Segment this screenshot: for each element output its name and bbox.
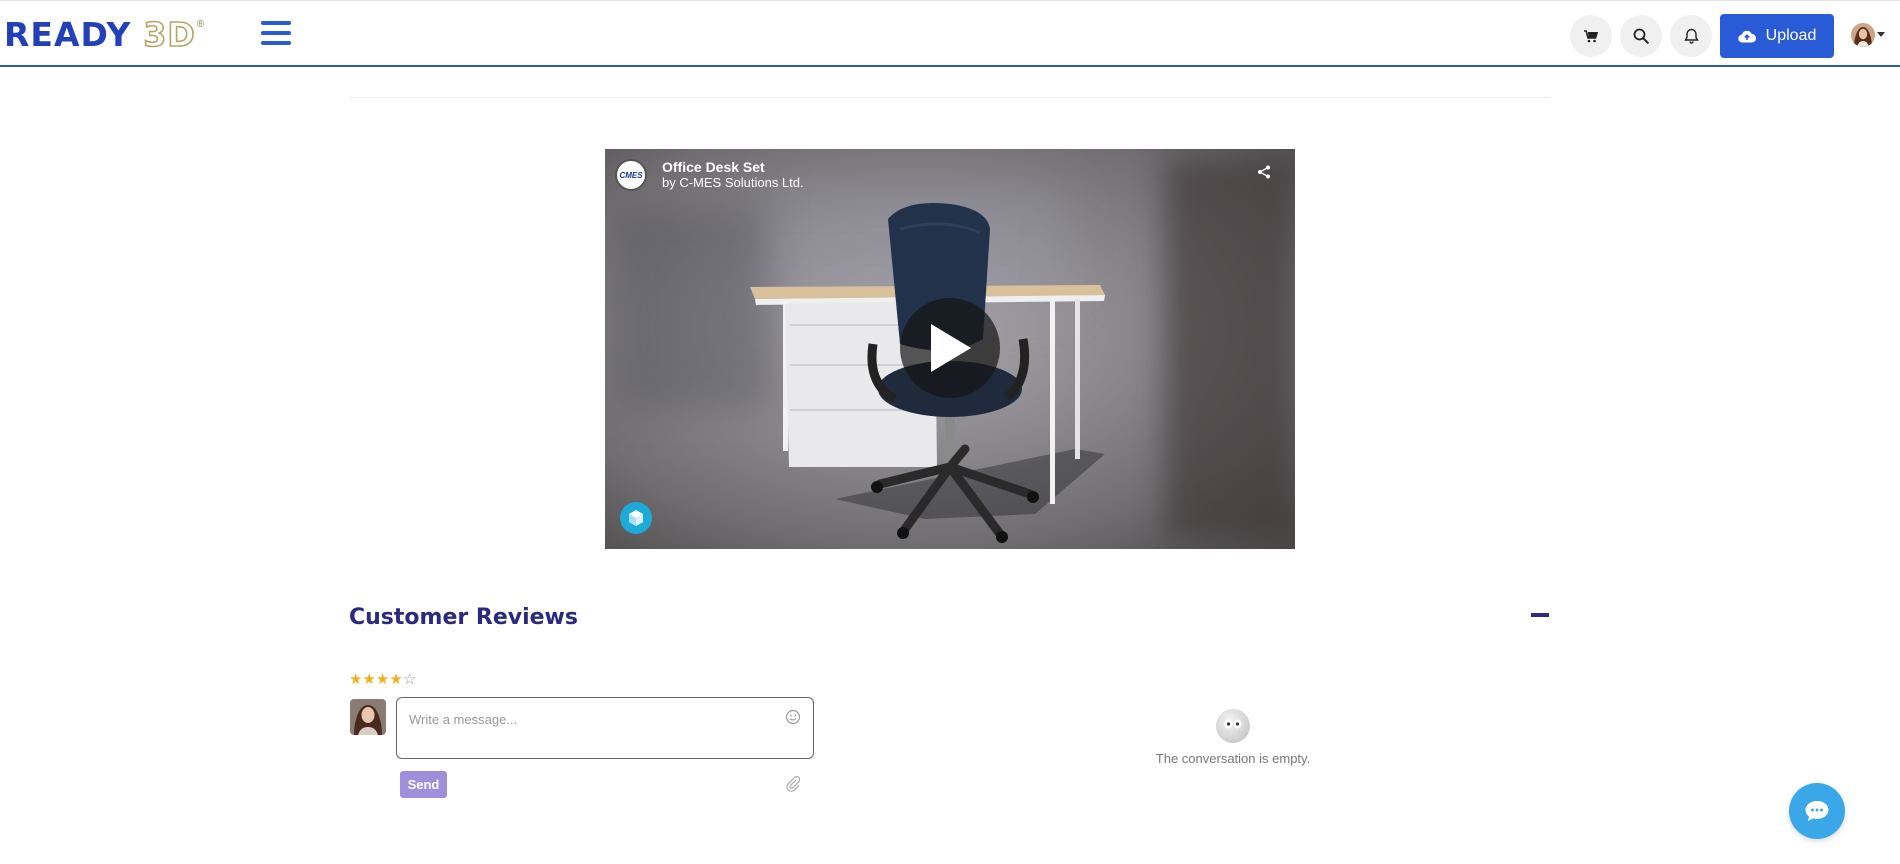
menu-icon[interactable] [261, 21, 291, 47]
cart-icon [1584, 29, 1598, 42]
top-navbar: READY 3D ® Upload [0, 1, 1900, 67]
paperclip-icon[interactable] [786, 776, 801, 797]
star-icon-3[interactable]: ★ [376, 672, 389, 688]
send-button[interactable]: Send [400, 771, 447, 798]
minus-icon[interactable] [1531, 613, 1549, 617]
bell-icon [1683, 28, 1699, 44]
registered-mark: ® [196, 19, 205, 30]
star-icon-2[interactable]: ★ [362, 672, 375, 688]
share-icon[interactable] [1257, 165, 1271, 184]
caret-down-icon[interactable] [1877, 32, 1885, 37]
message-input[interactable] [407, 708, 761, 730]
chat-button[interactable] [1789, 783, 1845, 839]
logo-3d-text: 3D [143, 14, 196, 55]
play-button[interactable] [900, 298, 1000, 398]
model-viewer[interactable]: CMES Office Desk Set by C-MES Solutions … [605, 149, 1295, 549]
message-box [396, 697, 814, 759]
search-icon [1633, 28, 1649, 44]
model-author[interactable]: by C-MES Solutions Ltd. [662, 175, 804, 190]
user-avatar[interactable] [1851, 23, 1875, 47]
notifications-button[interactable] [1670, 15, 1712, 57]
play-icon [931, 324, 971, 372]
upload-button[interactable]: Upload [1720, 14, 1834, 58]
customer-reviews-heading: Customer Reviews [349, 605, 578, 630]
model-title[interactable]: Office Desk Set [662, 159, 765, 175]
star-icon-1[interactable]: ★ [349, 672, 362, 688]
publisher-logo[interactable]: CMES [615, 159, 647, 191]
star-icon-4[interactable]: ★ [389, 672, 402, 688]
reviewer-avatar [350, 699, 386, 735]
chat-icon [1805, 801, 1829, 821]
cart-button[interactable] [1570, 15, 1612, 57]
search-button[interactable] [1620, 15, 1662, 57]
empty-conversation-text: The conversation is empty. [1155, 751, 1311, 766]
empty-conversation-icon [1216, 709, 1250, 743]
sketchfab-icon[interactable] [620, 502, 652, 534]
emoji-icon[interactable] [785, 709, 801, 730]
ready3d-logo[interactable]: READY 3D ® [4, 14, 205, 55]
section-divider [349, 97, 1550, 98]
star-rating[interactable]: ★ ★ ★ ★ ☆ [349, 672, 416, 688]
star-icon-5[interactable]: ☆ [403, 672, 416, 688]
cloud-upload-icon [1737, 30, 1756, 43]
logo-ready-text: READY [4, 15, 132, 54]
upload-label: Upload [1765, 27, 1817, 44]
